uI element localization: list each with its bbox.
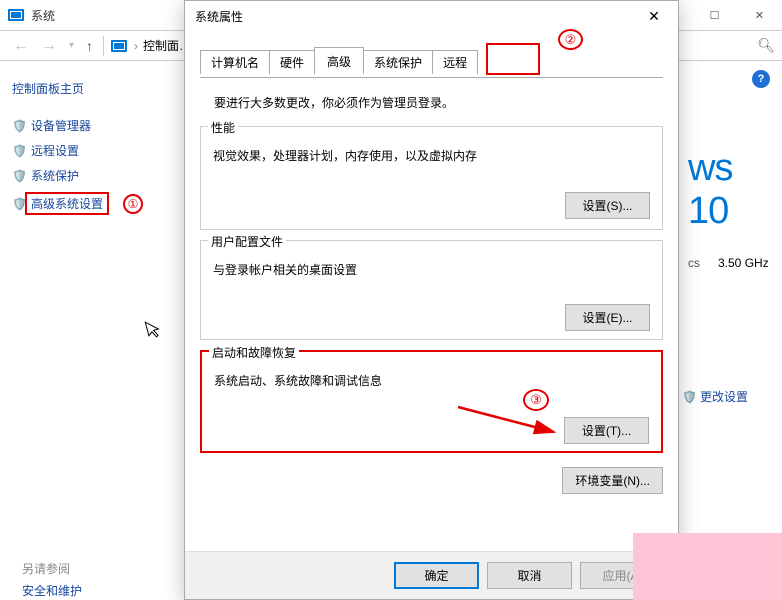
sidebar-item-label: 远程设置 [31, 142, 79, 159]
change-settings-link[interactable]: 🛡️ 更改设置 [682, 388, 748, 405]
dialog-footer: 确定 取消 应用(A) [185, 551, 678, 599]
sidebar-item-remote-settings[interactable]: 🛡️ 远程设置 [12, 142, 182, 159]
help-icon[interactable]: ? [752, 70, 770, 88]
pink-overlay-box [633, 533, 782, 600]
group-description: 与登录帐户相关的桌面设置 [213, 261, 650, 278]
tab-computer-name[interactable]: 计算机名 [200, 50, 270, 74]
bg-title: 系统 [31, 7, 55, 24]
sidebar-item-device-manager[interactable]: 🛡️ 设备管理器 [12, 117, 182, 134]
environment-variables-button[interactable]: 环境变量(N)... [562, 467, 663, 494]
search-icon[interactable]: 🔍︎ [757, 37, 775, 54]
user-profiles-settings-button[interactable]: 设置(E)... [565, 304, 650, 331]
spec-label: cs [688, 256, 700, 270]
left-nav: 控制面板主页 🛡️ 设备管理器 🛡️ 远程设置 🛡️ 系统保护 🛡️ 高级系统设… [12, 80, 182, 223]
sidebar-item-advanced-system-settings[interactable]: 🛡️ 高级系统设置 ① [12, 192, 182, 215]
sidebar-item-label: 系统保护 [31, 167, 79, 184]
group-title: 启动和故障恢复 [209, 344, 299, 361]
security-maintenance-link[interactable]: 安全和维护 [22, 582, 82, 599]
shield-icon: 🛡️ [12, 119, 27, 133]
tab-remote[interactable]: 远程 [432, 50, 478, 74]
shield-icon: 🛡️ [12, 169, 27, 183]
change-settings-label: 更改设置 [700, 388, 748, 405]
tab-advanced[interactable]: 高级 [314, 47, 364, 74]
annotation-circle-2: ② [558, 29, 583, 50]
shield-icon: 🛡️ [12, 144, 27, 158]
annotation-circle-1: ① [123, 194, 143, 214]
history-dropdown-icon[interactable]: ▾ [69, 40, 74, 51]
group-description: 系统启动、系统故障和调试信息 [214, 372, 649, 389]
dialog-close-button[interactable]: ✕ [633, 3, 675, 29]
see-also-header: 另请参阅 [22, 560, 70, 577]
annotation-arrow-icon [456, 405, 566, 445]
sidebar-item-label: 设备管理器 [31, 117, 91, 134]
group-startup-recovery: 启动和故障恢复 系统启动、系统故障和调试信息 ③ 设置(T)... [200, 350, 663, 453]
dialog-title: 系统属性 [195, 8, 243, 25]
tab-underline [200, 77, 663, 78]
sidebar-item-label: 高级系统设置 [25, 192, 109, 215]
breadcrumb-chevron-icon[interactable]: › [134, 39, 138, 53]
cancel-button[interactable]: 取消 [487, 562, 572, 589]
admin-required-text: 要进行大多数更改，你必须作为管理员登录。 [214, 94, 663, 111]
annotation-box-2 [486, 43, 540, 75]
group-title: 用户配置文件 [208, 233, 286, 250]
cpu-ghz-value: 3.50 GHz [718, 256, 769, 270]
windows-10-logo-text: ws 10 [688, 147, 782, 233]
shield-icon: 🛡️ [682, 390, 697, 404]
group-description: 视觉效果，处理器计划，内存使用，以及虚拟内存 [213, 147, 650, 164]
up-icon[interactable]: ↑ [86, 38, 93, 54]
group-title: 性能 [208, 119, 238, 136]
close-button[interactable]: ✕ [737, 0, 782, 30]
sidebar-item-system-protection[interactable]: 🛡️ 系统保护 [12, 167, 182, 184]
separator [103, 36, 104, 56]
tab-system-protection[interactable]: 系统保护 [363, 50, 433, 74]
dialog-titlebar[interactable]: 系统属性 ✕ [185, 1, 678, 31]
forward-icon[interactable]: → [41, 37, 57, 55]
monitor-icon [111, 40, 127, 52]
group-user-profiles: 用户配置文件 与登录帐户相关的桌面设置 设置(E)... [200, 240, 663, 340]
startup-recovery-settings-button[interactable]: 设置(T)... [564, 417, 649, 444]
monitor-icon [8, 9, 24, 21]
back-icon[interactable]: ← [13, 37, 29, 55]
performance-settings-button[interactable]: 设置(S)... [565, 192, 650, 219]
control-panel-home-link[interactable]: 控制面板主页 [12, 80, 182, 97]
ok-button[interactable]: 确定 [394, 562, 479, 589]
dialog-body: 要进行大多数更改，你必须作为管理员登录。 性能 视觉效果，处理器计划，内存使用，… [200, 79, 663, 551]
group-performance: 性能 视觉效果，处理器计划，内存使用，以及虚拟内存 设置(S)... [200, 126, 663, 230]
tab-hardware[interactable]: 硬件 [269, 50, 315, 74]
tab-strip: 计算机名 硬件 高级 系统保护 远程 [200, 50, 678, 74]
system-properties-dialog: 系统属性 ✕ 计算机名 硬件 高级 系统保护 远程 ② 要进行大多数更改，你必须… [184, 0, 679, 600]
maximize-button[interactable]: ☐ [692, 0, 737, 30]
